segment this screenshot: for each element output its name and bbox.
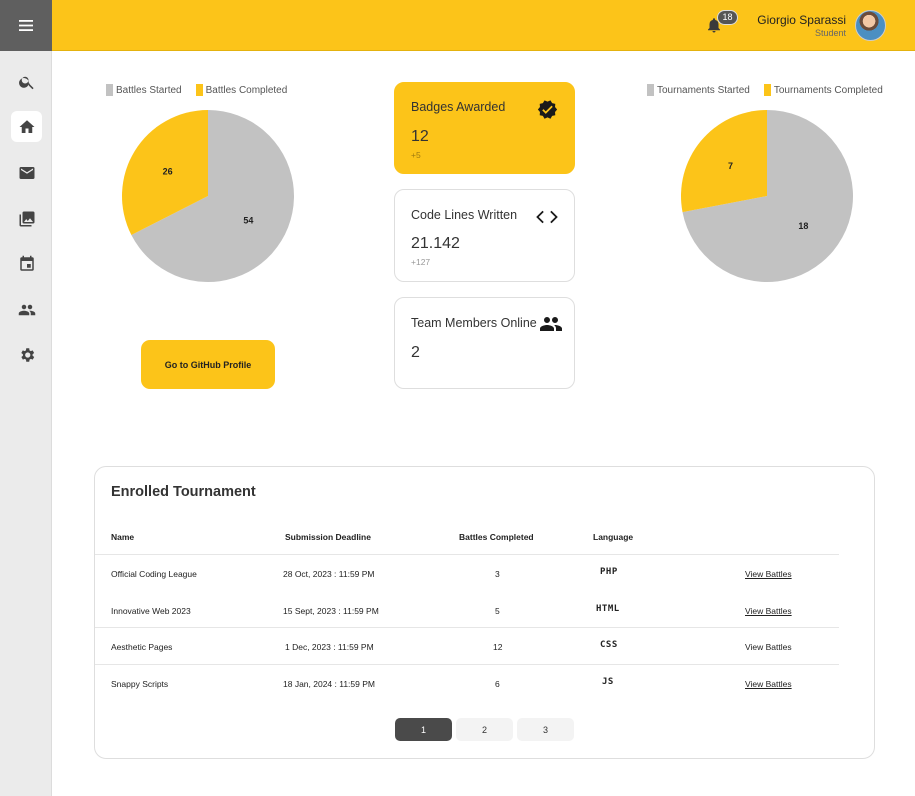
view-battles-link[interactable]: View Battles <box>745 569 792 579</box>
code-icon <box>536 208 558 226</box>
home-icon <box>19 119 34 133</box>
legend-item-tournaments-started: Tournaments Started <box>647 84 750 96</box>
pie-data-label: 54 <box>243 216 253 226</box>
cell-battles: 12 <box>493 642 503 652</box>
sidebar-item-settings[interactable] <box>11 339 42 370</box>
legend-label: Tournaments Completed <box>773 84 883 96</box>
code-lines-card: Code Lines Written 21.142 +127 <box>394 189 575 282</box>
pie-data-label: 7 <box>728 161 733 171</box>
card-value: 2 <box>411 344 420 361</box>
sidebar-item-calendar[interactable] <box>11 248 42 279</box>
legend-item-tournaments-completed: Tournaments Completed <box>763 84 883 96</box>
card-value: 21.142 <box>411 235 460 252</box>
cell-deadline: 28 Oct, 2023 : 11:59 PM <box>283 569 375 579</box>
pie-slice-tournaments-completed <box>681 110 767 213</box>
column-header-deadline: Submission Deadline <box>285 532 371 542</box>
pie-data-label: 26 <box>163 166 173 176</box>
js-icon: JS <box>602 677 614 687</box>
card-title: Team Members Online <box>411 316 537 330</box>
page-button-1[interactable]: 1 <box>395 718 452 741</box>
legend-label: Tournaments Started <box>657 84 750 96</box>
cell-battles: 6 <box>495 679 500 689</box>
sidebar-item-mail[interactable] <box>11 157 42 188</box>
legend-swatch <box>195 84 203 96</box>
battles-pie-chart: 54 26 <box>122 110 294 282</box>
table-divider <box>95 554 839 555</box>
pie-data-label: 18 <box>798 221 808 231</box>
gallery-icon <box>19 211 34 226</box>
table-divider <box>95 664 839 665</box>
tournaments-pie-chart: 18 7 <box>681 110 853 282</box>
cell-battles: 5 <box>495 606 500 616</box>
html-icon: HTML <box>596 604 620 614</box>
avatar[interactable] <box>855 10 886 41</box>
cell-name: Innovative Web 2023 <box>111 606 191 616</box>
card-delta: +127 <box>411 257 431 267</box>
search-icon <box>18 76 34 89</box>
view-battles-link[interactable]: View Battles <box>745 642 792 652</box>
page-button-2[interactable]: 2 <box>456 718 513 741</box>
sidebar-item-home[interactable] <box>11 111 42 142</box>
page-button-3[interactable]: 3 <box>517 718 574 741</box>
github-profile-button[interactable]: Go to GitHub Profile <box>141 340 275 389</box>
people-icon <box>539 315 563 333</box>
card-title: Badges Awarded <box>411 100 506 114</box>
calendar-icon <box>19 255 34 271</box>
cell-battles: 3 <box>495 569 500 579</box>
top-bar: 18 Giorgio Sparassi Student <box>52 0 915 51</box>
view-battles-link[interactable]: View Battles <box>745 679 792 689</box>
sidebar-item-gallery[interactable] <box>11 203 42 234</box>
card-delta: +5 <box>411 150 421 160</box>
enrolled-tournament-panel: Enrolled Tournament Name Submission Dead… <box>94 466 875 759</box>
cell-name: Official Coding League <box>111 569 197 579</box>
cell-name: Aesthetic Pages <box>111 642 173 652</box>
view-battles-link[interactable]: View Battles <box>745 606 792 616</box>
card-value: 12 <box>411 128 429 145</box>
badges-awarded-card: Badges Awarded 12 +5 <box>394 82 575 174</box>
legend-label: Battles Started <box>116 84 182 96</box>
column-header-battles: Battles Completed <box>459 532 534 542</box>
user-role: Student <box>814 28 846 38</box>
column-header-name: Name <box>111 532 135 542</box>
cell-name: Snappy Scripts <box>111 679 169 689</box>
user-name: Giorgio Sparassi <box>757 13 846 27</box>
verified-badge-icon <box>537 99 558 120</box>
legend-swatch <box>763 84 771 96</box>
panel-title: Enrolled Tournament <box>111 484 256 500</box>
sidebar-item-people[interactable] <box>11 294 42 325</box>
legend-swatch <box>647 84 654 96</box>
team-members-card: Team Members Online 2 <box>394 297 575 389</box>
gear-icon <box>20 347 34 362</box>
table-divider <box>95 627 839 628</box>
css-icon: CSS <box>600 640 618 650</box>
tournaments-legend: Tournaments Started Tournaments Complete… <box>647 84 883 96</box>
cell-deadline: 1 Dec, 2023 : 11:59 PM <box>285 642 374 652</box>
legend-item-battles-started: Battles Started <box>106 84 182 96</box>
legend-label: Battles Completed <box>205 84 288 96</box>
legend-swatch <box>106 84 113 96</box>
cell-deadline: 18 Jan, 2024 : 11:59 PM <box>283 679 375 689</box>
cell-deadline: 15 Sept, 2023 : 11:59 PM <box>283 606 379 616</box>
column-header-language: Language <box>593 532 634 542</box>
php-icon: PHP <box>600 567 618 577</box>
menu-toggle-button[interactable] <box>0 0 52 51</box>
battles-legend: Battles Started Battles Completed <box>106 84 287 96</box>
sidebar-item-search[interactable] <box>11 66 42 97</box>
people-icon <box>18 304 35 315</box>
sidebar <box>0 0 52 796</box>
legend-item-battles-completed: Battles Completed <box>195 84 288 96</box>
hamburger-icon <box>19 20 33 31</box>
notification-count-badge: 18 <box>717 10 738 25</box>
mail-icon <box>19 166 34 179</box>
card-title: Code Lines Written <box>411 208 518 222</box>
